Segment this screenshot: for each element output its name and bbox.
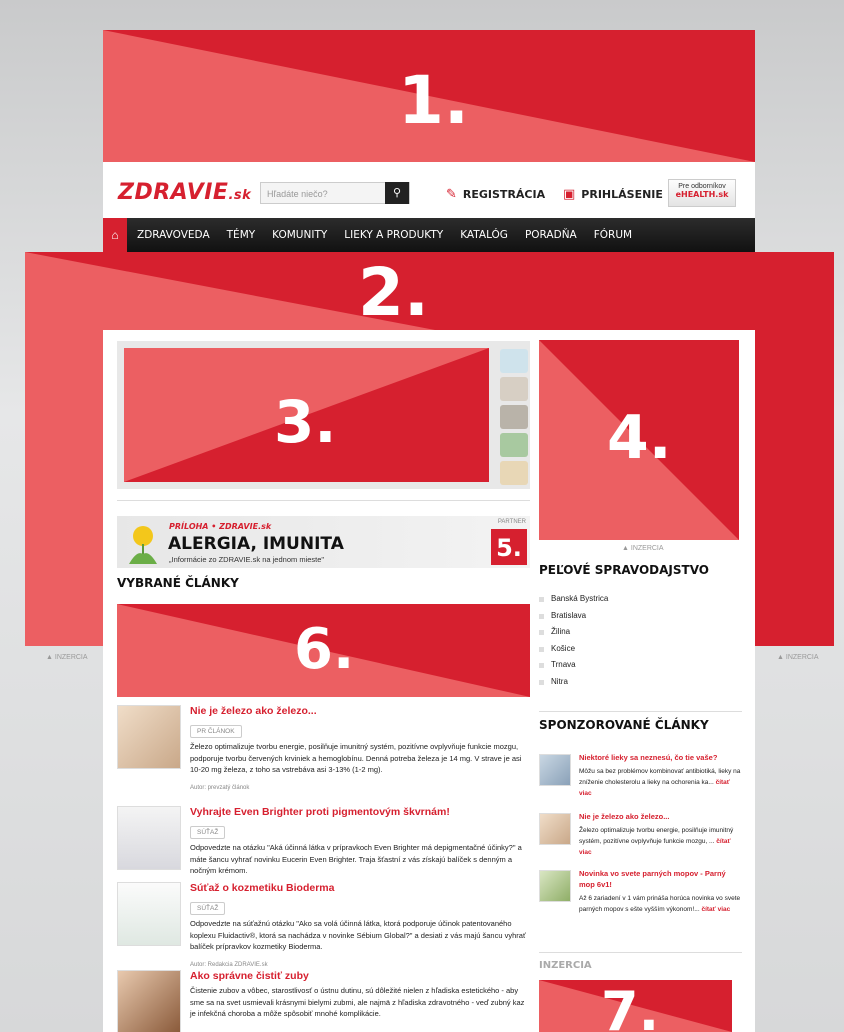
ad-banner-3[interactable]: 3. <box>124 348 489 482</box>
inzercia-right: ▲ INZERCIA <box>777 654 819 661</box>
ad-banner-4[interactable]: 4. <box>539 340 739 540</box>
article-title[interactable]: Súťaž o kozmetiku Bioderma <box>190 882 530 894</box>
article-tag: SÚŤAŽ <box>190 826 226 839</box>
read-more-link[interactable]: čítať viac <box>701 906 730 913</box>
pollen-city-list: Banská Bystrica Bratislava Žilina Košice… <box>539 594 608 693</box>
article-title[interactable]: Vyhrajte Even Brighter proti pigmentovým… <box>190 806 530 818</box>
main-nav: ⌂ ZDRAVOVEDA TÉMY KOMUNITY LIEKY A PRODU… <box>103 218 755 252</box>
nav-item-katalog[interactable]: KATALÓG <box>460 218 508 252</box>
slider-thumbnails <box>497 345 530 487</box>
article-author: Autor: prevzatý článok <box>190 784 250 791</box>
article-text: Čistenie zubov a vôbec, starostlivosť o … <box>190 986 525 1018</box>
sponsored-text: Môžu sa bez problémov kombinovať antibio… <box>579 768 741 797</box>
ad-banner-3-label: 3. <box>274 388 337 456</box>
sponsored-image[interactable] <box>539 870 571 902</box>
sponsored-title: SPONZOROVANÉ ČLÁNKY <box>539 718 709 732</box>
slider-thumb-4[interactable] <box>500 433 528 457</box>
article-title[interactable]: Nie je železo ako železo... <box>190 705 530 717</box>
nav-item-temy[interactable]: TÉMY <box>227 218 256 252</box>
edit-icon: ✎ <box>446 187 457 202</box>
article-image[interactable] <box>117 705 181 769</box>
partner-title: ALERGIA, IMUNITA <box>168 534 344 554</box>
article-tag: PR ČLÁNOK <box>190 725 242 738</box>
article-item[interactable]: Súťaž o kozmetiku Bioderma SÚŤAŽ Odpoved… <box>117 882 530 968</box>
article-image[interactable] <box>117 882 181 946</box>
sponsored-image[interactable] <box>539 813 571 845</box>
ad-banner-4-label: 4. <box>607 403 672 473</box>
ad-banner-6[interactable]: 6. <box>117 604 530 697</box>
ad-banner-5-label: 5. <box>491 529 527 565</box>
city-link[interactable]: Nitra <box>539 677 608 687</box>
city-link[interactable]: Trnava <box>539 660 608 670</box>
sponsored-title-link[interactable]: Novinka vo svete parných mopov - Parný m… <box>579 868 742 890</box>
divider <box>539 711 742 712</box>
sponsored-title-link[interactable]: Nie je železo ako železo... <box>579 811 742 822</box>
ad-banner-1[interactable]: 1. <box>103 30 755 162</box>
nav-item-forum[interactable]: FÓRUM <box>594 218 632 252</box>
sponsored-item[interactable]: Novinka vo svete parných mopov - Parný m… <box>539 868 742 938</box>
article-image[interactable] <box>117 806 181 870</box>
article-item[interactable]: Vyhrajte Even Brighter proti pigmentovým… <box>117 806 530 878</box>
sponsored-item[interactable]: Niektoré lieky sa neznesú, čo tie vaše? … <box>539 752 742 808</box>
ad-banner-6-label: 6. <box>294 617 355 682</box>
search-icon[interactable]: ⚲ <box>385 182 409 204</box>
partner-banner[interactable]: PRÍLOHA • ZDRAVIE.sk ALERGIA, IMUNITA „I… <box>117 516 530 568</box>
slider-thumb-1[interactable] <box>500 349 528 373</box>
article-author: Autor: Redakcia ZDRAVIE.sk <box>190 961 268 968</box>
inzercia-ad4: ▲ INZERCIA <box>622 545 664 552</box>
sponsored-text: Až 6 zariadení v 1 vám prináša horúca no… <box>579 895 741 913</box>
sponsored-title-link[interactable]: Niektoré lieky sa neznesú, čo tie vaše? <box>579 752 742 763</box>
nav-item-komunity[interactable]: KOMUNITY <box>272 218 327 252</box>
sponsored-image[interactable] <box>539 754 571 786</box>
dandelion-icon <box>129 526 157 564</box>
priloha-label: PRÍLOHA • ZDRAVIE.sk <box>169 522 272 531</box>
slider-thumb-2[interactable] <box>500 377 528 401</box>
slider-thumb-3[interactable] <box>500 405 528 429</box>
city-link[interactable]: Žilina <box>539 627 608 637</box>
nav-item-zdravoveda[interactable]: ZDRAVOVEDA <box>137 218 210 252</box>
inzercia-left: ▲ INZERCIA <box>46 654 88 661</box>
ad-banner-7[interactable]: 7. <box>539 980 732 1032</box>
slider-thumb-5[interactable] <box>500 461 528 485</box>
article-image[interactable] <box>117 970 181 1032</box>
pollen-title: PEĽOVÉ SPRAVODAJSTVO <box>539 563 709 577</box>
site-logo[interactable]: ZDRAVIE.sk <box>118 180 251 205</box>
article-tag: SÚŤAŽ <box>190 902 226 915</box>
partner-label: PARTNER <box>497 519 526 525</box>
ad-banner-2-label: 2. <box>358 254 429 331</box>
inzercia-heading: INZERCIA <box>539 960 592 971</box>
article-item[interactable]: Nie je železo ako železo... PR ČLÁNOK Že… <box>117 705 530 795</box>
sponsored-text: Železo optimalizuje tvorbu energie, posi… <box>579 827 734 856</box>
nav-item-lieky[interactable]: LIEKY A PRODUKTY <box>344 218 443 252</box>
article-item[interactable]: Ako správne čistiť zuby Čistenie zubov a… <box>117 970 530 1032</box>
city-link[interactable]: Banská Bystrica <box>539 594 608 604</box>
article-text: Odpovedzte na súťažnú otázku "Ako sa vol… <box>190 919 526 951</box>
nav-item-poradna[interactable]: PORADŇA <box>525 218 577 252</box>
divider <box>117 500 530 501</box>
article-title[interactable]: Ako správne čistiť zuby <box>190 970 530 982</box>
sponsored-item[interactable]: Nie je železo ako železo... Železo optim… <box>539 811 742 867</box>
site-header: ZDRAVIE.sk Hľadáte niečo? ⚲ ✎ REGISTRÁCIA… <box>103 162 755 218</box>
partner-subtitle: „Informácie zo ZDRAVIE.sk na jednom mies… <box>169 555 325 564</box>
ehealth-button[interactable]: Pre odborníkov eHEALTH.sk <box>668 179 736 207</box>
divider <box>539 952 742 953</box>
article-text: Odpovedzte na otázku "Aká účinná látka v… <box>190 843 522 875</box>
login-link[interactable]: ▣ PRIHLÁSENIE <box>563 187 663 202</box>
register-link[interactable]: ✎ REGISTRÁCIA <box>446 187 545 202</box>
selected-articles-title: VYBRANÉ ČLÁNKY <box>117 576 239 590</box>
lock-icon: ▣ <box>563 187 576 202</box>
city-link[interactable]: Bratislava <box>539 611 608 621</box>
home-icon[interactable]: ⌂ <box>103 218 127 252</box>
article-text: Železo optimalizuje tvorbu energie, posi… <box>190 742 522 774</box>
ad-banner-7-label: 7. <box>601 980 660 1032</box>
ad-banner-1-label: 1. <box>398 62 469 139</box>
city-link[interactable]: Košice <box>539 644 608 654</box>
